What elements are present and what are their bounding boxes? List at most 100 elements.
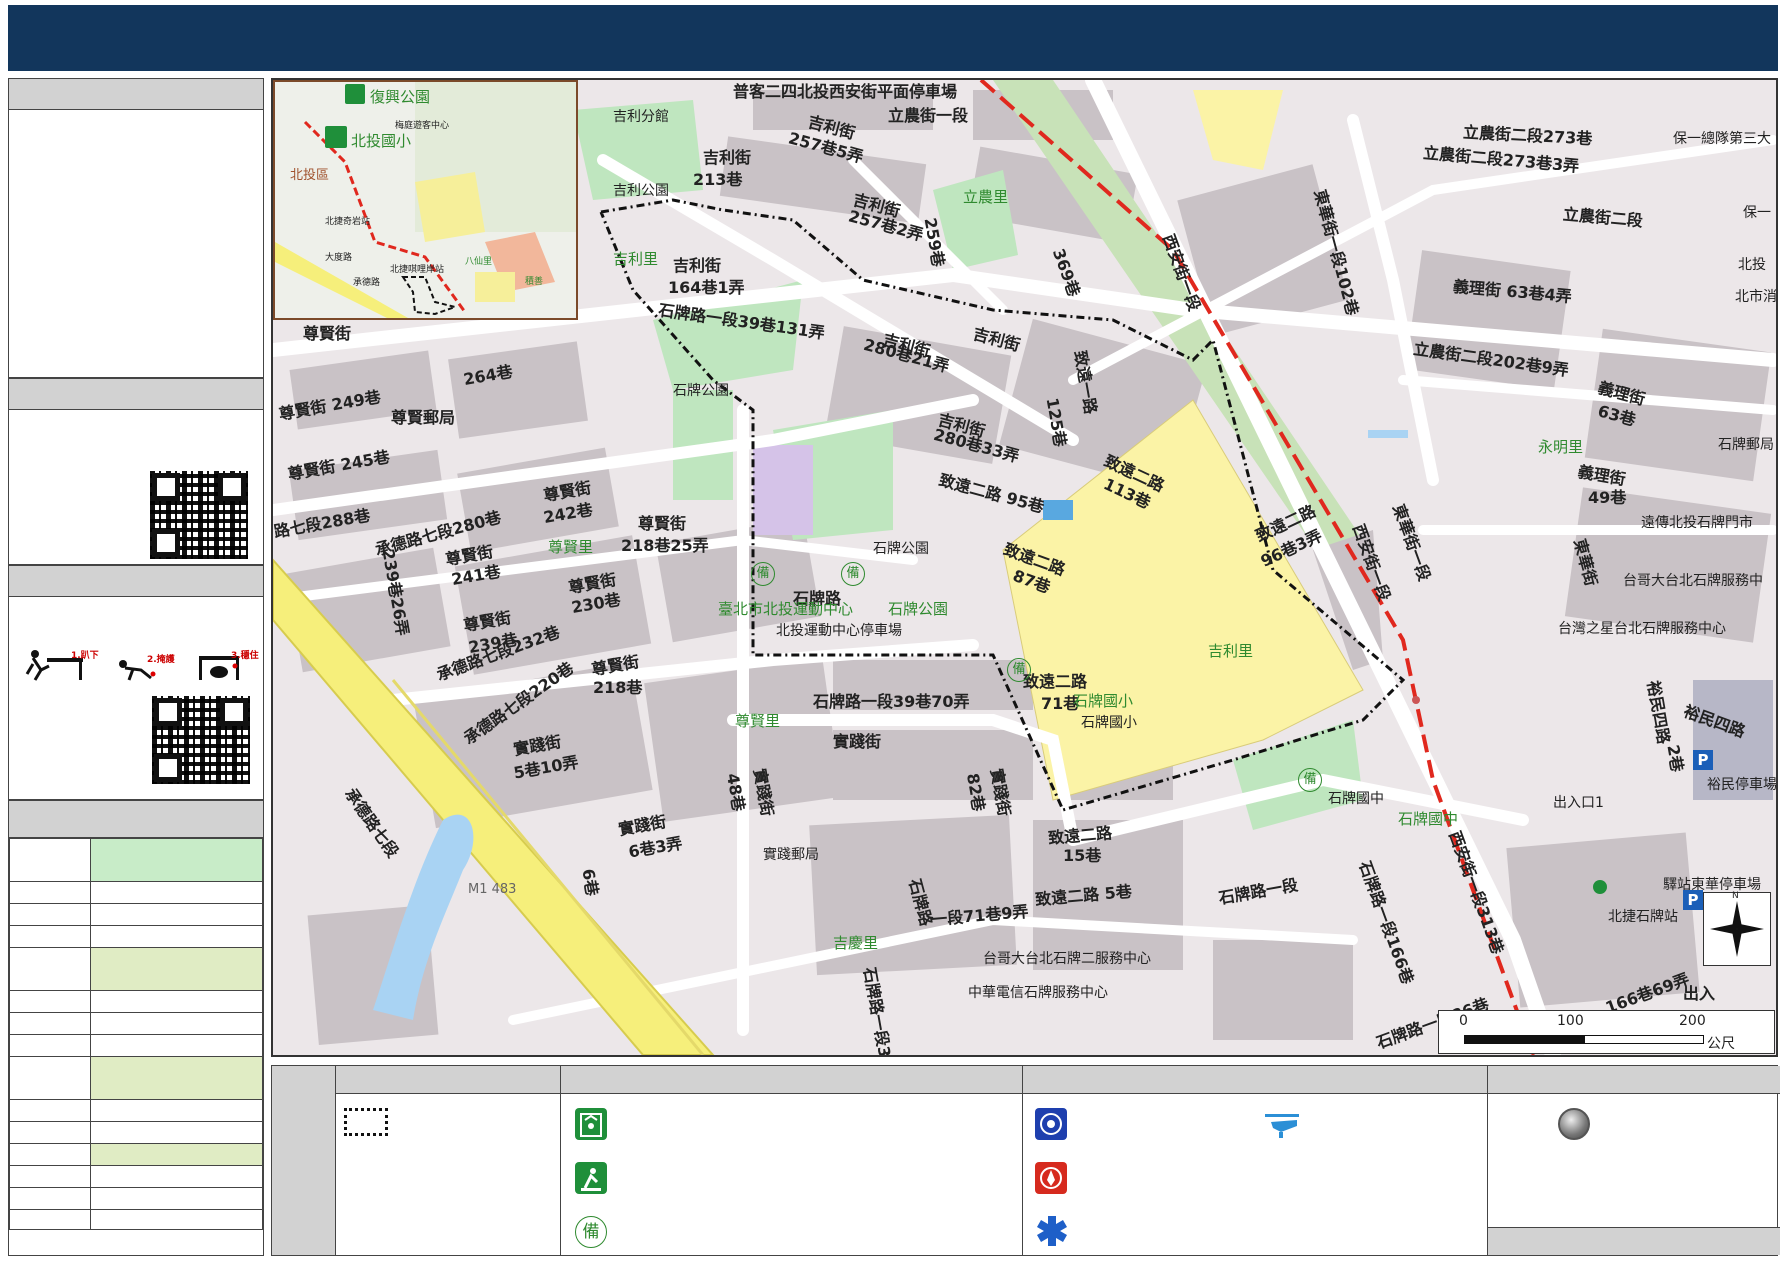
school-label: 石牌國小 — [1073, 692, 1134, 710]
village-label: 永明里 — [1538, 438, 1584, 456]
park-icon — [575, 1162, 607, 1194]
schedule-table — [9, 838, 263, 1230]
village-label: 立農里 — [963, 188, 1009, 206]
compass-letter: N — [1732, 891, 1739, 901]
scale-bar: 0 100 200 公尺 — [1438, 1010, 1775, 1054]
inset-label: 承德路 — [353, 278, 381, 288]
sports-center-area — [753, 445, 813, 535]
map-label: 致遠二路 — [1023, 672, 1088, 691]
medical-icon — [1035, 1214, 1069, 1248]
school-area-ne — [1193, 90, 1283, 170]
drill-step-1: 1.趴下 — [71, 651, 99, 661]
school-label: 石牌國中 — [1328, 791, 1384, 807]
drill-panel-header — [9, 566, 263, 597]
park-label: 石牌公園 — [873, 541, 929, 557]
park-label: 石牌公園 — [673, 383, 729, 399]
map-label: 尊賢街 — [303, 324, 352, 343]
legend-col-shelter: 備 — [560, 1066, 1023, 1255]
park-icon — [345, 84, 365, 104]
fire-icon — [1035, 1162, 1067, 1194]
map-label: 實踐街 — [833, 732, 882, 751]
standby-icon[interactable]: 備 — [1007, 658, 1031, 682]
shelter-icon — [325, 126, 347, 148]
facility-label: 臺北市北投運動中心 — [718, 600, 854, 618]
drill-step-2: 2.掩護 — [147, 655, 175, 665]
info-panel-2-header — [9, 379, 263, 410]
poi-label: 保一總隊第三大 — [1673, 131, 1771, 147]
shelter-icon — [575, 1108, 607, 1140]
map-label: 6巷 — [578, 867, 602, 898]
info-panel-1-header — [9, 79, 263, 110]
standby-icon[interactable]: 備 — [751, 562, 775, 586]
north-arrow-icon: N — [1703, 891, 1771, 966]
map-label: 218巷25弄 — [621, 536, 709, 555]
scale-tick: 100 — [1557, 1013, 1584, 1029]
parking-icon[interactable]: P — [1683, 890, 1703, 910]
poi-label: 北市消防 — [1735, 289, 1777, 305]
pool — [1043, 500, 1073, 520]
poi-label: 北投 — [1738, 257, 1766, 273]
village-label: 尊賢里 — [548, 538, 594, 556]
inset-map[interactable]: 復興公園 北投國小 北投區 北捷奇岩站 大度路 北捷唭哩岸站 承德路 八仙里 積… — [273, 80, 578, 320]
main-map[interactable]: 普客二四北投西安街平面停車場 立農街一段 吉利街 257巷5弄 吉利街 213巷… — [271, 78, 1778, 1057]
parking-label: 驛站東華停車場 — [1663, 877, 1761, 893]
scale-tick: 200 — [1679, 1013, 1706, 1029]
store-label: 台灣之星台北石牌服務中心 — [1558, 621, 1726, 637]
post-office-label: 實踐郵局 — [763, 847, 819, 863]
info-panel-1 — [8, 78, 264, 378]
poi-label: 保一 — [1743, 205, 1771, 221]
schedule-cell-olive — [90, 947, 263, 991]
map-label: 普客二四北投西安街平面停車場 — [733, 82, 958, 101]
inset-label: 梅庭遊客中心 — [395, 121, 450, 131]
legend-col-emergency — [1022, 1066, 1488, 1255]
park-label: 吉利公園 — [613, 183, 669, 199]
drill-panel: 1.趴下 2.掩護 3.穩住 — [8, 565, 264, 800]
store-label: 台哥大台北石牌服務中 — [1623, 573, 1763, 589]
map-label: 164巷1弄 — [668, 278, 745, 297]
legend-title-cell — [272, 1066, 336, 1255]
post-office-label: 石牌郵局 — [1718, 437, 1774, 453]
service-center-label: 中華電信石牌服務中心 — [968, 985, 1108, 1001]
exit-label: 出入口1 — [1553, 795, 1604, 811]
inset-label: 大度路 — [325, 253, 353, 263]
map-label: 213巷 — [693, 170, 743, 189]
parking-icon[interactable]: P — [1693, 750, 1713, 770]
village-label: 吉利里 — [613, 250, 659, 268]
parking-label: 裕民停車場 — [1707, 777, 1777, 793]
inset-label: 北投區 — [290, 168, 330, 183]
map-label: 2巷 — [1663, 743, 1687, 774]
village-label: 吉慶里 — [833, 934, 879, 952]
legend-col-gate — [1487, 1066, 1780, 1255]
station-label: 北捷石牌站 — [1608, 909, 1678, 925]
map-label: 立農街一段 — [888, 106, 969, 125]
metro-station-icon[interactable] — [1593, 880, 1607, 894]
standby-icon[interactable]: 備 — [841, 562, 865, 586]
map-label: 出入 — [1683, 984, 1716, 1003]
map-label: 218巷 — [593, 678, 643, 697]
store-label: 遠傳北投石牌門市 — [1641, 515, 1753, 531]
library-label: 吉利分館 — [613, 109, 669, 125]
exit-gate-marker — [1412, 696, 1420, 704]
village-label: 吉利里 — [1208, 642, 1254, 660]
map-label: 尊賢郵局 — [391, 408, 456, 427]
map-label: 石牌路一段39巷70弄 — [813, 692, 970, 711]
scale-tick: 0 — [1459, 1013, 1468, 1029]
service-center-label: 台哥大台北石牌二服務中心 — [983, 951, 1151, 967]
map-label: 吉利街 — [703, 148, 752, 167]
boundary-swatch — [344, 1108, 388, 1136]
inset-label: 北投國小 — [351, 132, 412, 150]
title-bar — [8, 5, 1778, 71]
drill-pictograms — [25, 650, 239, 681]
inset-label: 積善 — [525, 277, 544, 287]
inset-label: 北捷奇岩站 — [325, 217, 371, 227]
standby-icon[interactable]: 備 — [1298, 768, 1322, 792]
schedule-cell-green — [90, 838, 263, 882]
scale-unit: 公尺 — [1707, 1036, 1735, 1052]
helicopter-icon — [1263, 1110, 1303, 1140]
qr-code-1[interactable] — [150, 471, 248, 559]
inset-label: 八仙里 — [465, 257, 493, 267]
qr-code-2[interactable] — [152, 696, 250, 784]
drill-step-3: 3.穩住 — [231, 651, 259, 661]
schedule-panel-header — [9, 801, 263, 838]
road-shield-label: M1 483 — [468, 882, 517, 897]
